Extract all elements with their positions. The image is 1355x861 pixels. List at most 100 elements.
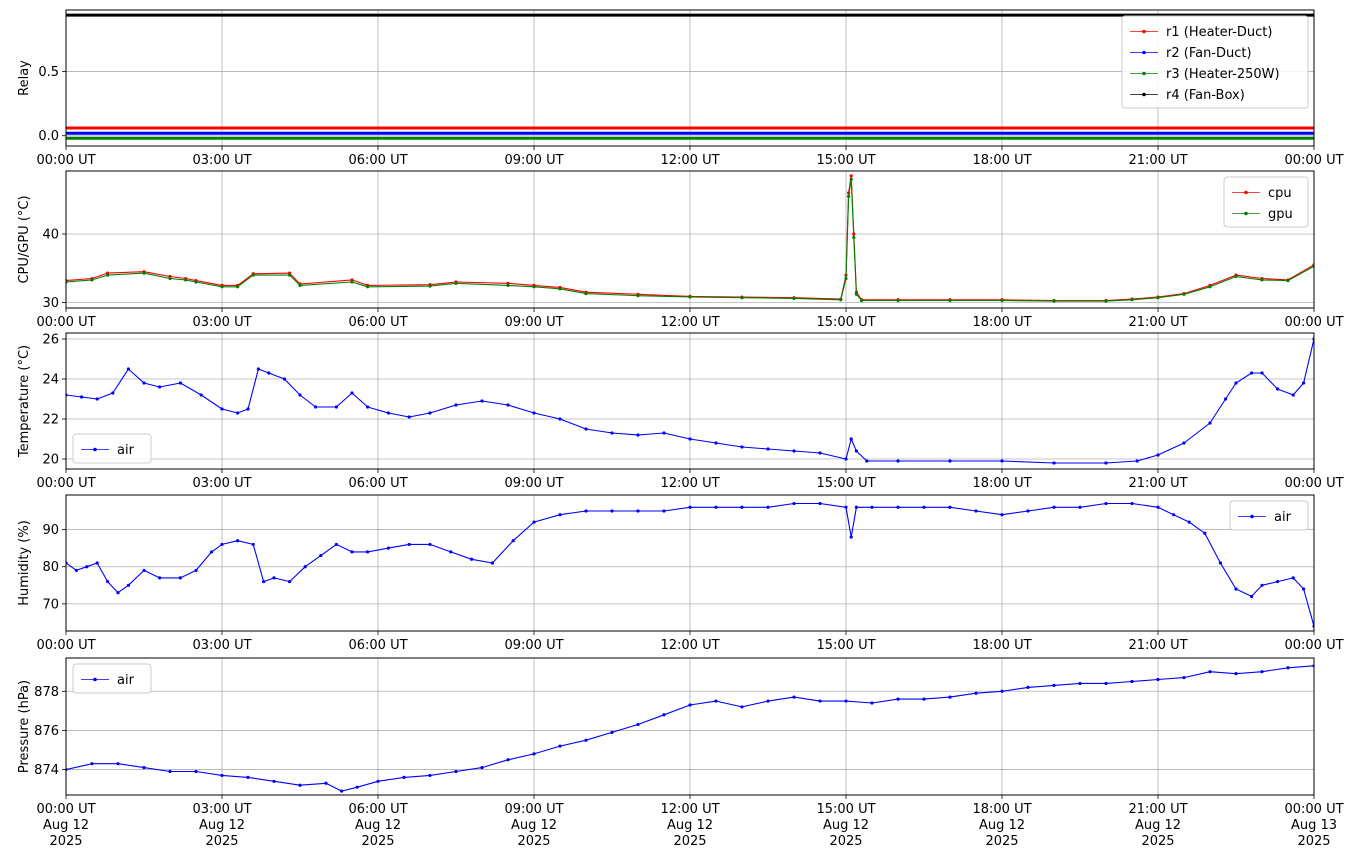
data-point: [350, 280, 354, 284]
y-tick-label: 30: [42, 296, 59, 311]
data-point: [158, 385, 162, 389]
data-point: [532, 285, 536, 289]
data-point: [386, 546, 390, 550]
x-tick-label: Aug 12: [43, 818, 89, 833]
x-tick-label: 2025: [985, 834, 1018, 849]
data-point: [256, 367, 260, 371]
data-point: [688, 295, 692, 299]
x-tick-label: 06:00 UT: [348, 476, 407, 491]
data-point: [662, 509, 666, 513]
data-point: [688, 703, 692, 707]
x-tick-label: 2025: [673, 834, 706, 849]
data-point: [288, 273, 292, 277]
data-point: [116, 591, 120, 595]
data-point: [1260, 583, 1264, 587]
legend-marker: [1244, 190, 1248, 195]
data-point: [142, 568, 146, 573]
legend-marker: [1142, 92, 1146, 97]
data-point: [1182, 292, 1186, 296]
data-point: [1250, 594, 1254, 599]
data-point: [839, 298, 843, 302]
data-point: [506, 403, 510, 407]
data-point: [558, 513, 562, 517]
x-tick-label: 06:00 UT: [348, 315, 407, 330]
data-point: [194, 568, 198, 573]
data-point: [948, 695, 952, 699]
data-point: [584, 292, 588, 296]
legend-label: gpu: [1268, 207, 1293, 222]
data-point: [1000, 689, 1004, 693]
data-point: [1260, 371, 1264, 375]
x-tick-label: 00:00 UT: [36, 153, 95, 168]
x-tick-label: Aug 13: [1291, 818, 1337, 833]
data-point: [428, 284, 432, 288]
data-point: [1104, 299, 1108, 303]
legend-box: [72, 663, 152, 694]
legend-marker: [93, 447, 97, 452]
data-point: [584, 509, 588, 513]
data-point: [1234, 672, 1238, 676]
x-tick-label: 03:00 UT: [192, 802, 251, 817]
data-point: [766, 699, 770, 703]
x-tick-label: 12:00 UT: [660, 315, 719, 330]
x-tick-label: 2025: [1141, 834, 1174, 849]
data-point: [740, 705, 744, 709]
data-point: [106, 273, 110, 277]
legend-label: air: [1274, 510, 1292, 525]
data-point: [792, 296, 796, 301]
data-point: [506, 283, 510, 287]
x-tick-label: 15:00 UT: [816, 638, 875, 653]
data-point: [178, 576, 182, 580]
data-point: [142, 766, 146, 770]
data-point: [314, 405, 318, 409]
legend-marker: [1142, 71, 1146, 76]
x-tick-label: 2025: [361, 834, 394, 849]
data-point: [610, 509, 614, 513]
legend-label: air: [117, 443, 135, 458]
legend-box: [1229, 500, 1309, 531]
data-point: [376, 779, 380, 783]
x-tick-label: 15:00 UT: [816, 315, 875, 330]
data-point: [1104, 681, 1108, 686]
data-point: [168, 769, 172, 774]
data-point: [194, 769, 198, 774]
data-point: [236, 411, 240, 415]
data-point: [532, 752, 536, 756]
x-tick-label: 18:00 UT: [972, 802, 1031, 817]
data-point: [178, 381, 182, 385]
data-point: [407, 542, 411, 547]
data-point: [1130, 298, 1134, 302]
data-point: [1218, 561, 1222, 565]
x-tick-label: 06:00 UT: [348, 153, 407, 168]
legend-marker: [1142, 29, 1146, 34]
x-tick-label: 06:00 UT: [348, 638, 407, 653]
data-point: [428, 542, 432, 547]
x-tick-label: 09:00 UT: [504, 802, 563, 817]
data-point: [688, 505, 692, 509]
x-tick-label: 2025: [1297, 834, 1330, 849]
data-point: [1208, 670, 1212, 674]
y-tick-label: 20: [42, 453, 59, 468]
data-point: [852, 235, 856, 240]
data-point: [1026, 509, 1030, 513]
data-point: [532, 520, 536, 524]
data-point: [355, 785, 359, 789]
data-point: [1286, 666, 1290, 670]
x-tick-label: 00:00 UT: [1284, 638, 1343, 653]
data-point: [262, 579, 266, 584]
x-tick-label: 00:00 UT: [36, 476, 95, 491]
legend-label: r2 (Fan-Duct): [1166, 46, 1252, 61]
x-tick-label: 12:00 UT: [660, 638, 719, 653]
data-point: [818, 699, 822, 703]
data-point: [1286, 279, 1290, 283]
data-point: [334, 542, 338, 547]
data-point: [1052, 461, 1056, 465]
figure: 00:00 UT 03:00 UT 06:00 UT 09:00 UT 12:00 UT…: [17, 9, 1344, 849]
legend-label: r4 (Fan-Box): [1166, 88, 1245, 103]
x-tick-label: 06:00 UT: [348, 802, 407, 817]
data-point: [288, 579, 292, 584]
x-tick-label: 00:00 UT: [36, 638, 95, 653]
data-point: [74, 568, 78, 573]
data-point: [948, 459, 952, 463]
data-point: [532, 411, 536, 415]
